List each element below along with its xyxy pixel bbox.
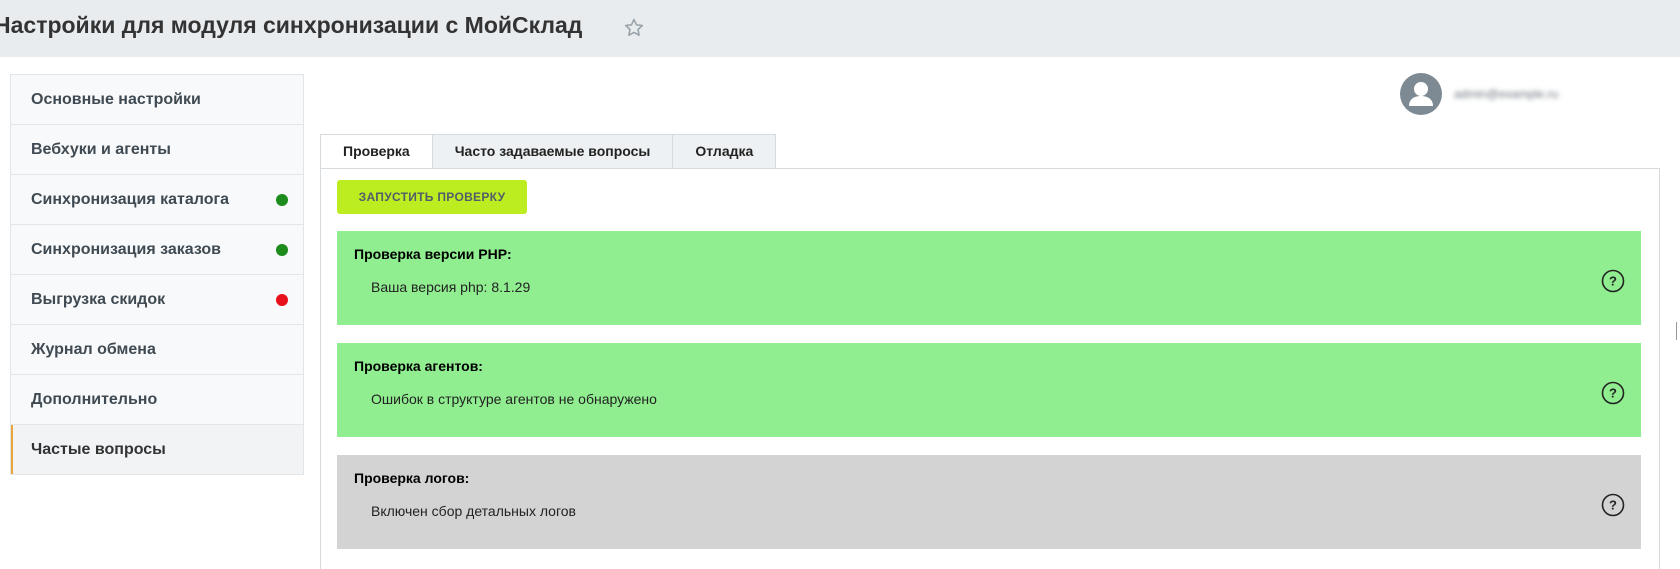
run-check-button[interactable]: ЗАПУСТИТЬ ПРОВЕРКУ <box>337 180 527 214</box>
check-text: Ваша версия php: 8.1.29 <box>371 279 531 295</box>
check-title: Проверка логов: <box>354 470 470 486</box>
status-dot-red <box>276 294 288 306</box>
page-title: Настройки для модуля синхронизации с Мой… <box>0 12 583 38</box>
user-email[interactable]: admin@example.ru <box>1454 87 1558 101</box>
check-panel: ЗАПУСТИТЬ ПРОВЕРКУ Проверка версии PHP: … <box>320 168 1660 569</box>
sidebar-item-label: Выгрузка скидок <box>31 291 166 308</box>
question-circle-icon[interactable]: ? <box>1601 269 1625 293</box>
sidebar-item-exchange-log[interactable]: Журнал обмена <box>11 325 303 375</box>
window-edge-divider <box>1676 322 1677 340</box>
sidebar-item-label: Частые вопросы <box>31 441 166 458</box>
star-icon[interactable] <box>622 16 646 40</box>
sidebar-item-main-settings[interactable]: Основные настройки <box>11 75 303 125</box>
sidebar-item-label: Вебхуки и агенты <box>31 141 171 158</box>
avatar[interactable] <box>1400 73 1442 115</box>
sidebar: Основные настройки Вебхуки и агенты Синх… <box>10 74 304 475</box>
svg-text:?: ? <box>1609 498 1617 513</box>
sidebar-item-orders-sync[interactable]: Синхронизация заказов <box>11 225 303 275</box>
check-title: Проверка версии PHP: <box>354 246 512 262</box>
tab-faq[interactable]: Часто задаваемые вопросы <box>431 134 674 169</box>
svg-text:?: ? <box>1609 386 1617 401</box>
sidebar-item-faq[interactable]: Частые вопросы <box>11 425 303 474</box>
status-dot-green <box>276 194 288 206</box>
sidebar-item-catalog-sync[interactable]: Синхронизация каталога <box>11 175 303 225</box>
sidebar-item-label: Синхронизация каталога <box>31 191 230 208</box>
check-title: Проверка агентов: <box>354 358 483 374</box>
sidebar-item-label: Синхронизация заказов <box>31 241 221 258</box>
tab-bar: Проверка Часто задаваемые вопросы Отладк… <box>320 134 777 170</box>
page-header: Настройки для модуля синхронизации с Мой… <box>0 0 1680 57</box>
check-agents: Проверка агентов: Ошибок в структуре аге… <box>337 343 1641 437</box>
question-circle-icon[interactable]: ? <box>1601 493 1625 517</box>
check-text: Включен сбор детальных логов <box>371 503 576 519</box>
svg-text:?: ? <box>1609 274 1617 289</box>
tab-check[interactable]: Проверка <box>320 134 433 170</box>
sidebar-item-webhooks-agents[interactable]: Вебхуки и агенты <box>11 125 303 175</box>
sidebar-item-additional[interactable]: Дополнительно <box>11 375 303 425</box>
check-logs: Проверка логов: Включен сбор детальных л… <box>337 455 1641 549</box>
check-php-version: Проверка версии PHP: Ваша версия php: 8.… <box>337 231 1641 325</box>
user-avatar-icon <box>1409 82 1433 106</box>
question-circle-icon[interactable]: ? <box>1601 381 1625 405</box>
sidebar-item-label: Основные настройки <box>31 91 201 108</box>
check-text: Ошибок в структуре агентов не обнаружено <box>371 391 657 407</box>
sidebar-item-label: Журнал обмена <box>31 341 156 358</box>
sidebar-item-label: Дополнительно <box>31 391 158 408</box>
status-dot-green <box>276 244 288 256</box>
sidebar-item-discounts-export[interactable]: Выгрузка скидок <box>11 275 303 325</box>
tab-debug[interactable]: Отладка <box>672 134 777 169</box>
